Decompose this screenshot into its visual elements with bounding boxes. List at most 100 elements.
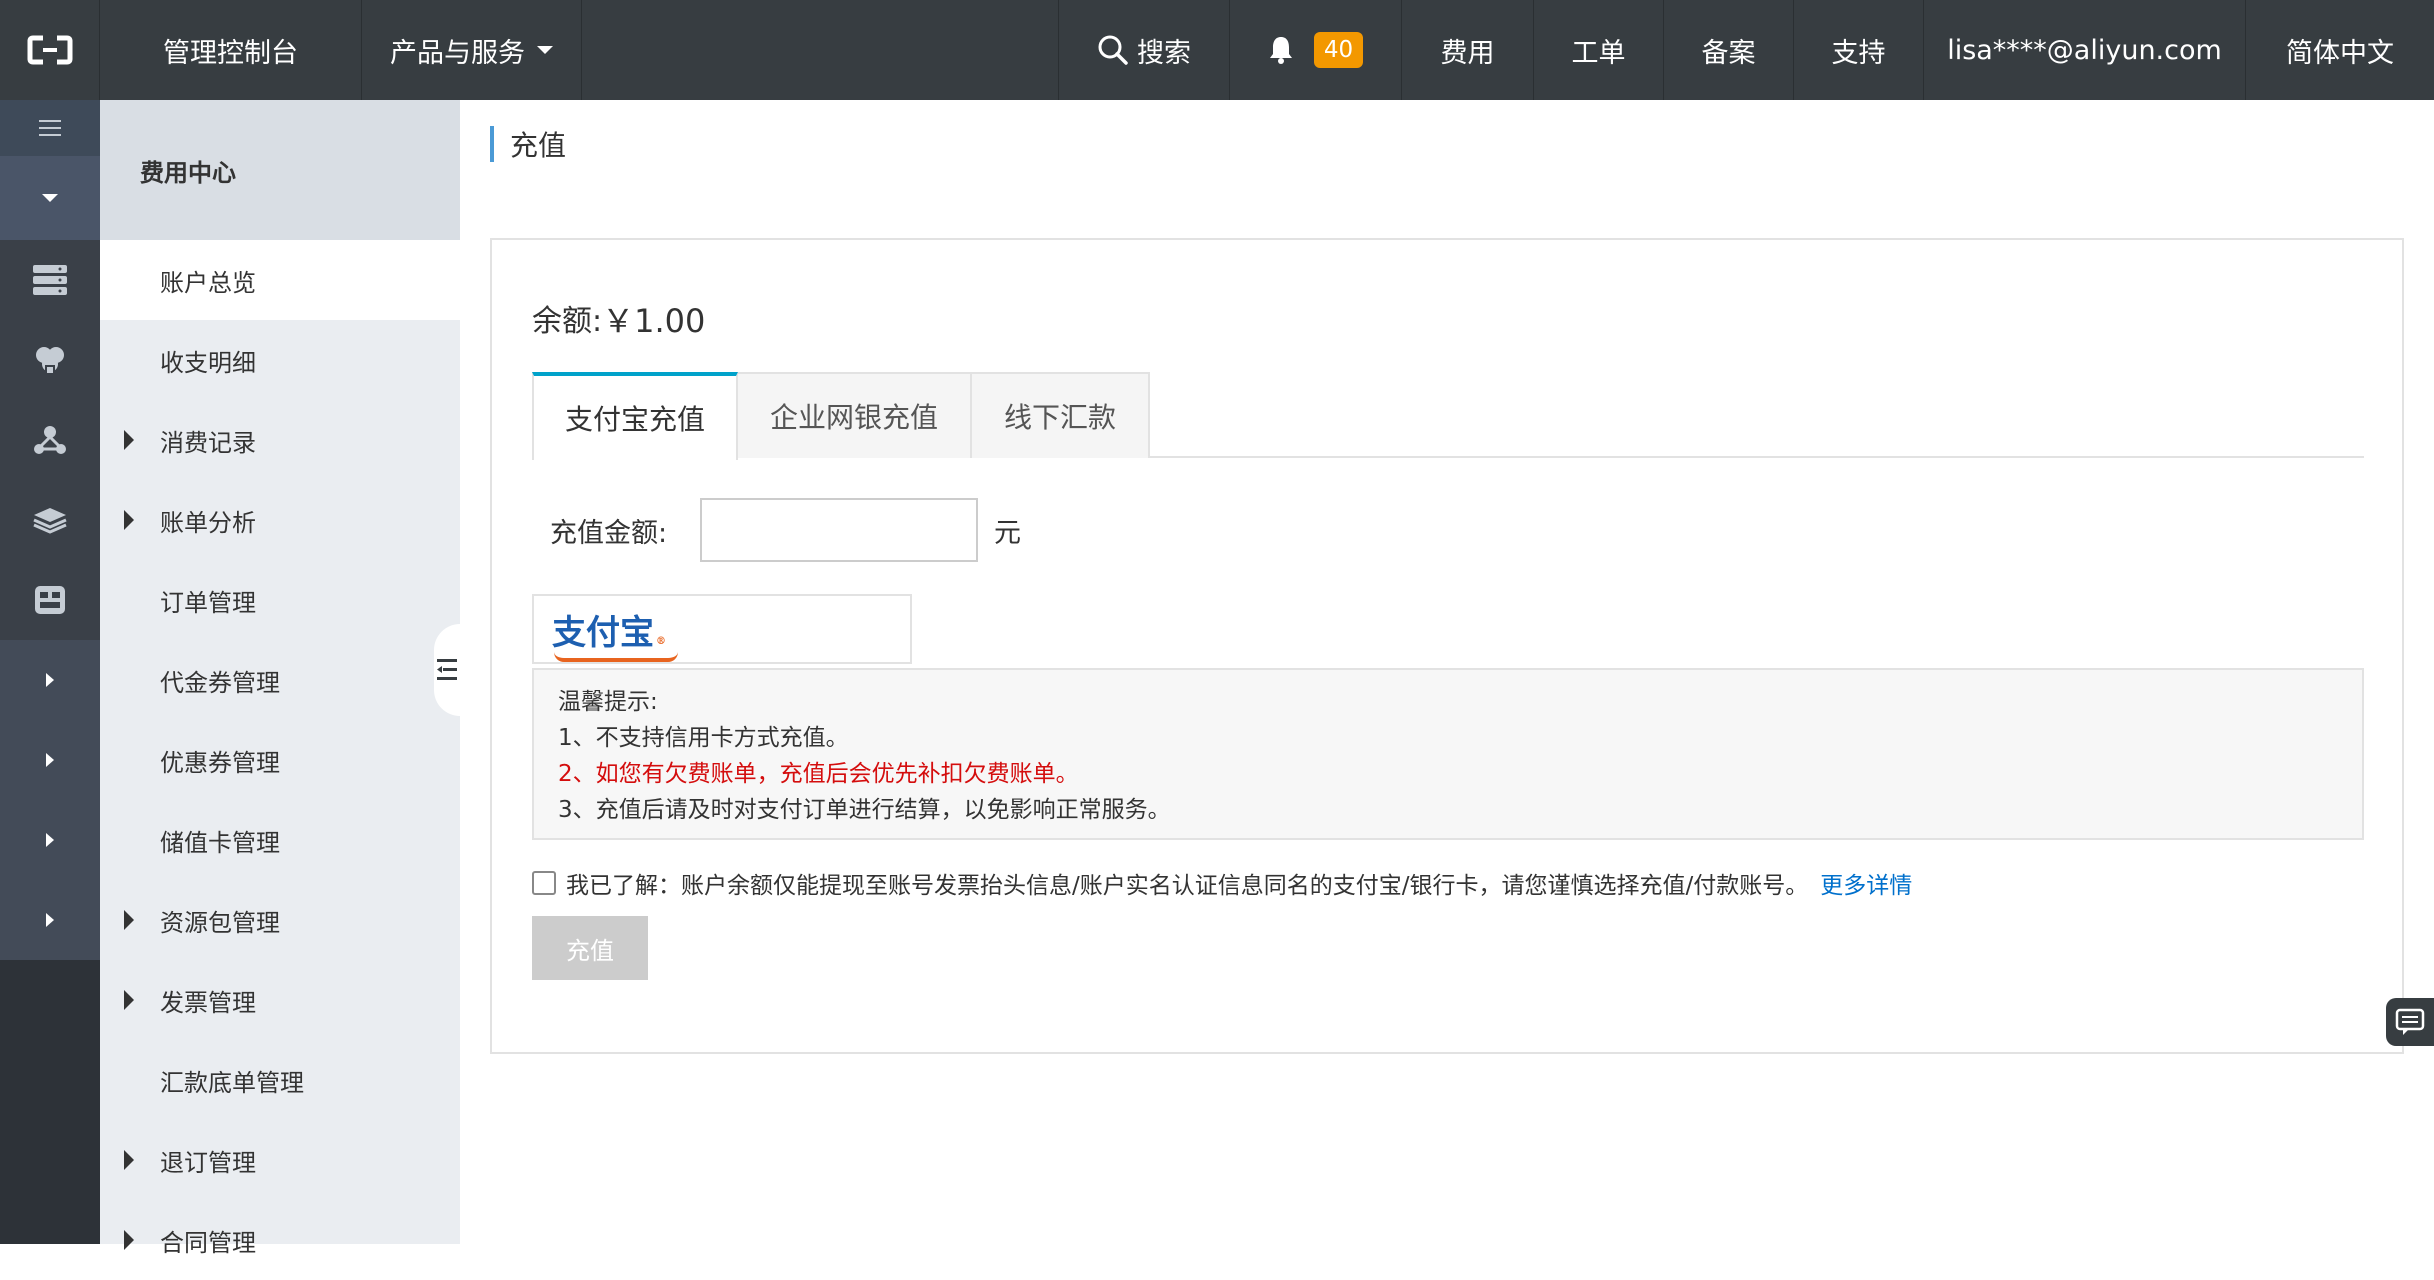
- balance-value: ￥1.00: [602, 302, 706, 340]
- expand-arrow-icon: [46, 753, 54, 767]
- sidebar-item-label: 发票管理: [160, 988, 256, 1017]
- products-label: 产品与服务: [390, 37, 525, 69]
- alipay-logo-text: 支付宝: [552, 612, 654, 653]
- language-label: 简体中文: [2286, 37, 2394, 69]
- balance-label: 余额:: [532, 304, 603, 339]
- payment-method-tabs: 支付宝充值 企业网银充值 线下汇款: [532, 372, 2364, 460]
- search-button[interactable]: 搜索: [1059, 0, 1230, 100]
- rail-storage-button[interactable]: [0, 480, 100, 560]
- menu-toggle-button[interactable]: [0, 100, 100, 156]
- page-title: 充值: [490, 126, 566, 162]
- sidebar-item-invoices[interactable]: 发票管理: [100, 960, 460, 1040]
- sidebar-item-vouchers[interactable]: 代金券管理: [100, 640, 460, 720]
- tips-line-2-warning: 2、如您有欠费账单，充值后会优先补扣欠费账单。: [558, 761, 1079, 787]
- notifications-button[interactable]: 40: [1230, 0, 1402, 100]
- sidebar-item-label: 合同管理: [160, 1228, 256, 1257]
- tab-corporate-banking[interactable]: 企业网银充值: [738, 372, 972, 458]
- console-link[interactable]: 管理控制台: [100, 0, 362, 100]
- billing-sidebar: 费用中心 账户总览 收支明细 消费记录 账单分析 订单管理 代金券管理 优惠券管…: [100, 100, 460, 1257]
- rail-expand-button-1[interactable]: [0, 640, 100, 720]
- sidebar-item-label: 储值卡管理: [160, 828, 280, 857]
- beian-label: 备案: [1701, 37, 1756, 69]
- server-icon: [33, 265, 67, 295]
- support-label: 支持: [1831, 37, 1886, 69]
- rail-network-button[interactable]: [0, 400, 100, 480]
- amount-input[interactable]: [700, 498, 978, 562]
- language-selector[interactable]: 简体中文: [2246, 0, 2434, 100]
- caret-right-icon: [124, 1150, 134, 1170]
- search-icon: [1098, 35, 1128, 65]
- rail-expand-button-3[interactable]: [0, 800, 100, 880]
- sidebar-item-stored-value-cards[interactable]: 储值卡管理: [100, 800, 460, 880]
- chevron-down-icon: [42, 194, 58, 202]
- products-dropdown[interactable]: 产品与服务: [362, 0, 582, 100]
- sidebar-item-remittance-receipts[interactable]: 汇款底单管理: [100, 1040, 460, 1120]
- user-email: lisa****@aliyun.com: [1947, 34, 2222, 66]
- rail-expand-button-4[interactable]: [0, 880, 100, 960]
- rail-server-button[interactable]: [0, 240, 100, 320]
- sidebar-item-contracts[interactable]: 合同管理: [100, 1200, 460, 1280]
- sidebar-item-label: 退订管理: [160, 1148, 256, 1177]
- alipay-option[interactable]: 支付宝 ®: [532, 594, 912, 664]
- beian-link[interactable]: 备案: [1664, 0, 1794, 100]
- agreement-text: 我已了解：账户余额仅能提现至账号发票抬头信息/账户实名认证信息同名的支付宝/银行…: [566, 873, 1809, 899]
- sidebar-title: 费用中心: [100, 100, 460, 240]
- tab-offline-transfer[interactable]: 线下汇款: [972, 372, 1150, 458]
- balance-display: 余额: ￥1.00: [532, 296, 705, 342]
- amount-unit: 元: [994, 517, 1021, 549]
- top-navigation-bar: 管理控制台 产品与服务 搜索 40 费用 工单 备案 支持 lisa****@a…: [0, 0, 2434, 100]
- sidebar-item-unsubscribe[interactable]: 退订管理: [100, 1120, 460, 1200]
- fee-label: 费用: [1440, 37, 1495, 69]
- main-content: 充值 余额: ￥1.00 支付宝充值 企业网银充值 线下汇款 充值金额: 元 支…: [460, 100, 2434, 1244]
- amount-row: 充值金额: 元: [550, 498, 1021, 562]
- agreement-checkbox[interactable]: [532, 871, 556, 895]
- ticket-label: 工单: [1571, 37, 1626, 69]
- notification-count-badge: 40: [1313, 32, 1364, 68]
- collapse-sidebar-icon: [437, 659, 457, 680]
- rail-monitor-button[interactable]: [0, 560, 100, 640]
- menu-icon: [39, 120, 61, 136]
- tab-alipay[interactable]: 支付宝充值: [532, 372, 738, 460]
- support-link[interactable]: 支持: [1794, 0, 1924, 100]
- amount-label: 充值金额:: [550, 517, 668, 549]
- sidebar-item-label: 资源包管理: [160, 908, 280, 937]
- recharge-submit-button[interactable]: 充值: [532, 916, 648, 980]
- feedback-chat-button[interactable]: [2386, 998, 2434, 1046]
- more-details-link[interactable]: 更多详情: [1820, 866, 1912, 900]
- sidebar-item-income-expense[interactable]: 收支明细: [100, 320, 460, 400]
- search-label: 搜索: [1137, 37, 1191, 69]
- sidebar-item-label: 订单管理: [160, 588, 256, 617]
- sidebar-collapse-toggle[interactable]: [434, 624, 460, 716]
- registered-mark-icon: ®: [656, 635, 666, 647]
- recharge-panel: 余额: ￥1.00 支付宝充值 企业网银充值 线下汇款 充值金额: 元 支付宝 …: [490, 238, 2404, 1054]
- topbar-spacer: [582, 0, 1059, 100]
- tips-line-3: 3、充值后请及时对支付订单进行结算，以免影响正常服务。: [558, 797, 1171, 823]
- rail-collapse-button[interactable]: [0, 156, 100, 240]
- fee-link[interactable]: 费用: [1402, 0, 1534, 100]
- sidebar-item-consumption-records[interactable]: 消费记录: [100, 400, 460, 480]
- caret-right-icon: [124, 1230, 134, 1250]
- sidebar-item-coupons[interactable]: 优惠券管理: [100, 720, 460, 800]
- console-label: 管理控制台: [163, 37, 298, 69]
- rail-expand-group: [0, 640, 100, 960]
- sidebar-item-label: 代金券管理: [160, 668, 280, 697]
- sidebar-item-resource-packages[interactable]: 资源包管理: [100, 880, 460, 960]
- sidebar-item-orders[interactable]: 订单管理: [100, 560, 460, 640]
- bell-icon: [1269, 37, 1292, 64]
- sidebar-item-account-overview[interactable]: 账户总览: [100, 240, 460, 320]
- database-icon: [36, 347, 64, 373]
- aliyun-logo-icon[interactable]: [0, 0, 100, 100]
- alipay-swoosh-icon: [554, 652, 678, 662]
- sidebar-item-label: 汇款底单管理: [160, 1068, 304, 1097]
- rail-database-button[interactable]: [0, 320, 100, 400]
- caret-right-icon: [124, 510, 134, 530]
- user-account-menu[interactable]: lisa****@aliyun.com: [1924, 0, 2246, 100]
- rail-expand-button-2[interactable]: [0, 720, 100, 800]
- ticket-link[interactable]: 工单: [1534, 0, 1664, 100]
- sidebar-item-label: 消费记录: [160, 428, 256, 457]
- sidebar-item-bill-analysis[interactable]: 账单分析: [100, 480, 460, 560]
- chat-icon: [2395, 1008, 2425, 1035]
- sidebar-item-label: 账单分析: [160, 508, 256, 537]
- caret-right-icon: [124, 990, 134, 1010]
- product-icon-rail: [0, 100, 100, 1244]
